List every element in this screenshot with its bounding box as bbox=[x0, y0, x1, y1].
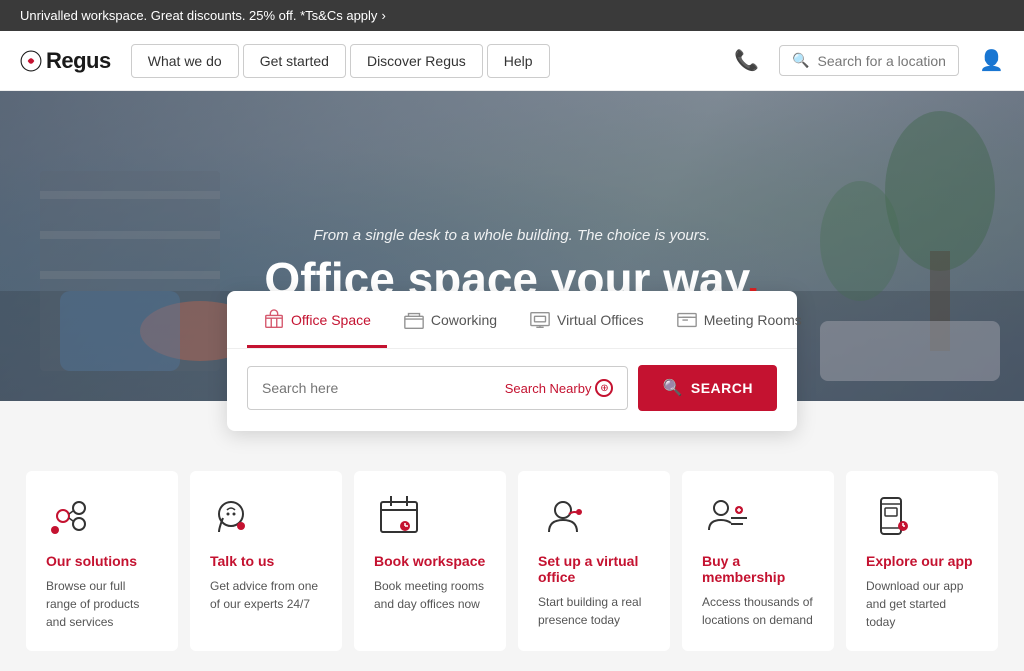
banner-arrow: › bbox=[381, 8, 385, 23]
talk-to-us-desc: Get advice from one of our experts 24/7 bbox=[210, 577, 322, 613]
explore-app-icon bbox=[866, 491, 916, 541]
card-talk-to-us: Talk to us Get advice from one of our ex… bbox=[190, 471, 342, 651]
virtual-office-link[interactable]: Set up a virtual office bbox=[538, 553, 650, 585]
book-workspace-desc: Book meeting rooms and day offices now bbox=[374, 577, 486, 613]
our-solutions-icon bbox=[46, 491, 96, 541]
card-virtual-office: Set up a virtual office Start building a… bbox=[518, 471, 670, 651]
logo[interactable]: Regus bbox=[20, 48, 111, 74]
tab-office-space-label: Office Space bbox=[291, 312, 371, 328]
card-our-solutions: Our solutions Browse our full range of p… bbox=[26, 471, 178, 651]
header: Regus What we do Get started Discover Re… bbox=[0, 31, 1024, 91]
logo-text: Regus bbox=[46, 48, 111, 74]
coworking-icon bbox=[403, 309, 425, 331]
nearby-icon: ⊕ bbox=[595, 379, 613, 397]
tab-virtual-offices-label: Virtual Offices bbox=[557, 312, 644, 328]
nav-what-we-do[interactable]: What we do bbox=[131, 44, 239, 78]
office-space-icon bbox=[263, 309, 285, 331]
tab-office-space[interactable]: Office Space bbox=[247, 291, 387, 348]
virtual-office-icon bbox=[538, 491, 588, 541]
header-search[interactable]: 🔍 Search for a location bbox=[779, 45, 959, 76]
hero-subtitle: From a single desk to a whole building. … bbox=[264, 227, 759, 244]
hero-content: From a single desk to a whole building. … bbox=[264, 187, 759, 305]
main-nav: What we do Get started Discover Regus He… bbox=[131, 44, 734, 78]
header-right: 📞 🔍 Search for a location 👤 bbox=[734, 45, 1004, 76]
virtual-office-desc: Start building a real presence today bbox=[538, 593, 650, 629]
search-icon: 🔍 bbox=[792, 52, 809, 69]
explore-app-desc: Download our app and get started today bbox=[866, 577, 978, 631]
phone-icon[interactable]: 📞 bbox=[734, 48, 759, 73]
meeting-rooms-icon bbox=[676, 309, 698, 331]
banner-text: Unrivalled workspace. Great discounts. 2… bbox=[20, 8, 377, 23]
card-explore-app: Explore our app Download our app and get… bbox=[846, 471, 998, 651]
search-input-wrap[interactable]: Search Nearby ⊕ bbox=[247, 366, 628, 410]
search-button-icon: 🔍 bbox=[662, 378, 682, 398]
card-membership: Buy a membership Access thousands of loc… bbox=[682, 471, 834, 651]
talk-to-us-link[interactable]: Talk to us bbox=[210, 553, 322, 569]
header-search-placeholder: Search for a location bbox=[818, 53, 946, 69]
talk-to-us-icon bbox=[210, 491, 260, 541]
user-icon[interactable]: 👤 bbox=[979, 48, 1004, 73]
virtual-offices-icon bbox=[529, 309, 551, 331]
book-workspace-icon bbox=[374, 491, 424, 541]
tab-bar: Office Space Coworking bbox=[227, 291, 797, 349]
nav-discover-regus[interactable]: Discover Regus bbox=[350, 44, 483, 78]
cards-section: Our solutions Browse our full range of p… bbox=[0, 431, 1024, 671]
book-workspace-link[interactable]: Book workspace bbox=[374, 553, 486, 569]
our-solutions-link[interactable]: Our solutions bbox=[46, 553, 158, 569]
card-book-workspace: Book workspace Book meeting rooms and da… bbox=[354, 471, 506, 651]
membership-icon bbox=[702, 491, 752, 541]
tab-coworking-label: Coworking bbox=[431, 312, 497, 328]
search-button-label: SEARCH bbox=[691, 380, 753, 396]
search-input[interactable] bbox=[262, 380, 497, 396]
tab-meeting-rooms-label: Meeting Rooms bbox=[704, 312, 802, 328]
our-solutions-desc: Browse our full range of products and se… bbox=[46, 577, 158, 631]
search-card: Office Space Coworking bbox=[227, 291, 797, 431]
tab-virtual-offices[interactable]: Virtual Offices bbox=[513, 291, 660, 348]
explore-app-link[interactable]: Explore our app bbox=[866, 553, 978, 569]
tab-coworking[interactable]: Coworking bbox=[387, 291, 513, 348]
nav-help[interactable]: Help bbox=[487, 44, 550, 78]
search-nearby-label: Search Nearby bbox=[505, 381, 592, 396]
search-row: Search Nearby ⊕ 🔍 SEARCH bbox=[227, 349, 797, 431]
top-banner: Unrivalled workspace. Great discounts. 2… bbox=[0, 0, 1024, 31]
membership-link[interactable]: Buy a membership bbox=[702, 553, 814, 585]
membership-desc: Access thousands of locations on demand bbox=[702, 593, 814, 629]
search-button[interactable]: 🔍 SEARCH bbox=[638, 365, 777, 411]
tab-meeting-rooms[interactable]: Meeting Rooms bbox=[660, 291, 818, 348]
search-nearby-button[interactable]: Search Nearby ⊕ bbox=[505, 379, 614, 397]
nav-get-started[interactable]: Get started bbox=[243, 44, 346, 78]
